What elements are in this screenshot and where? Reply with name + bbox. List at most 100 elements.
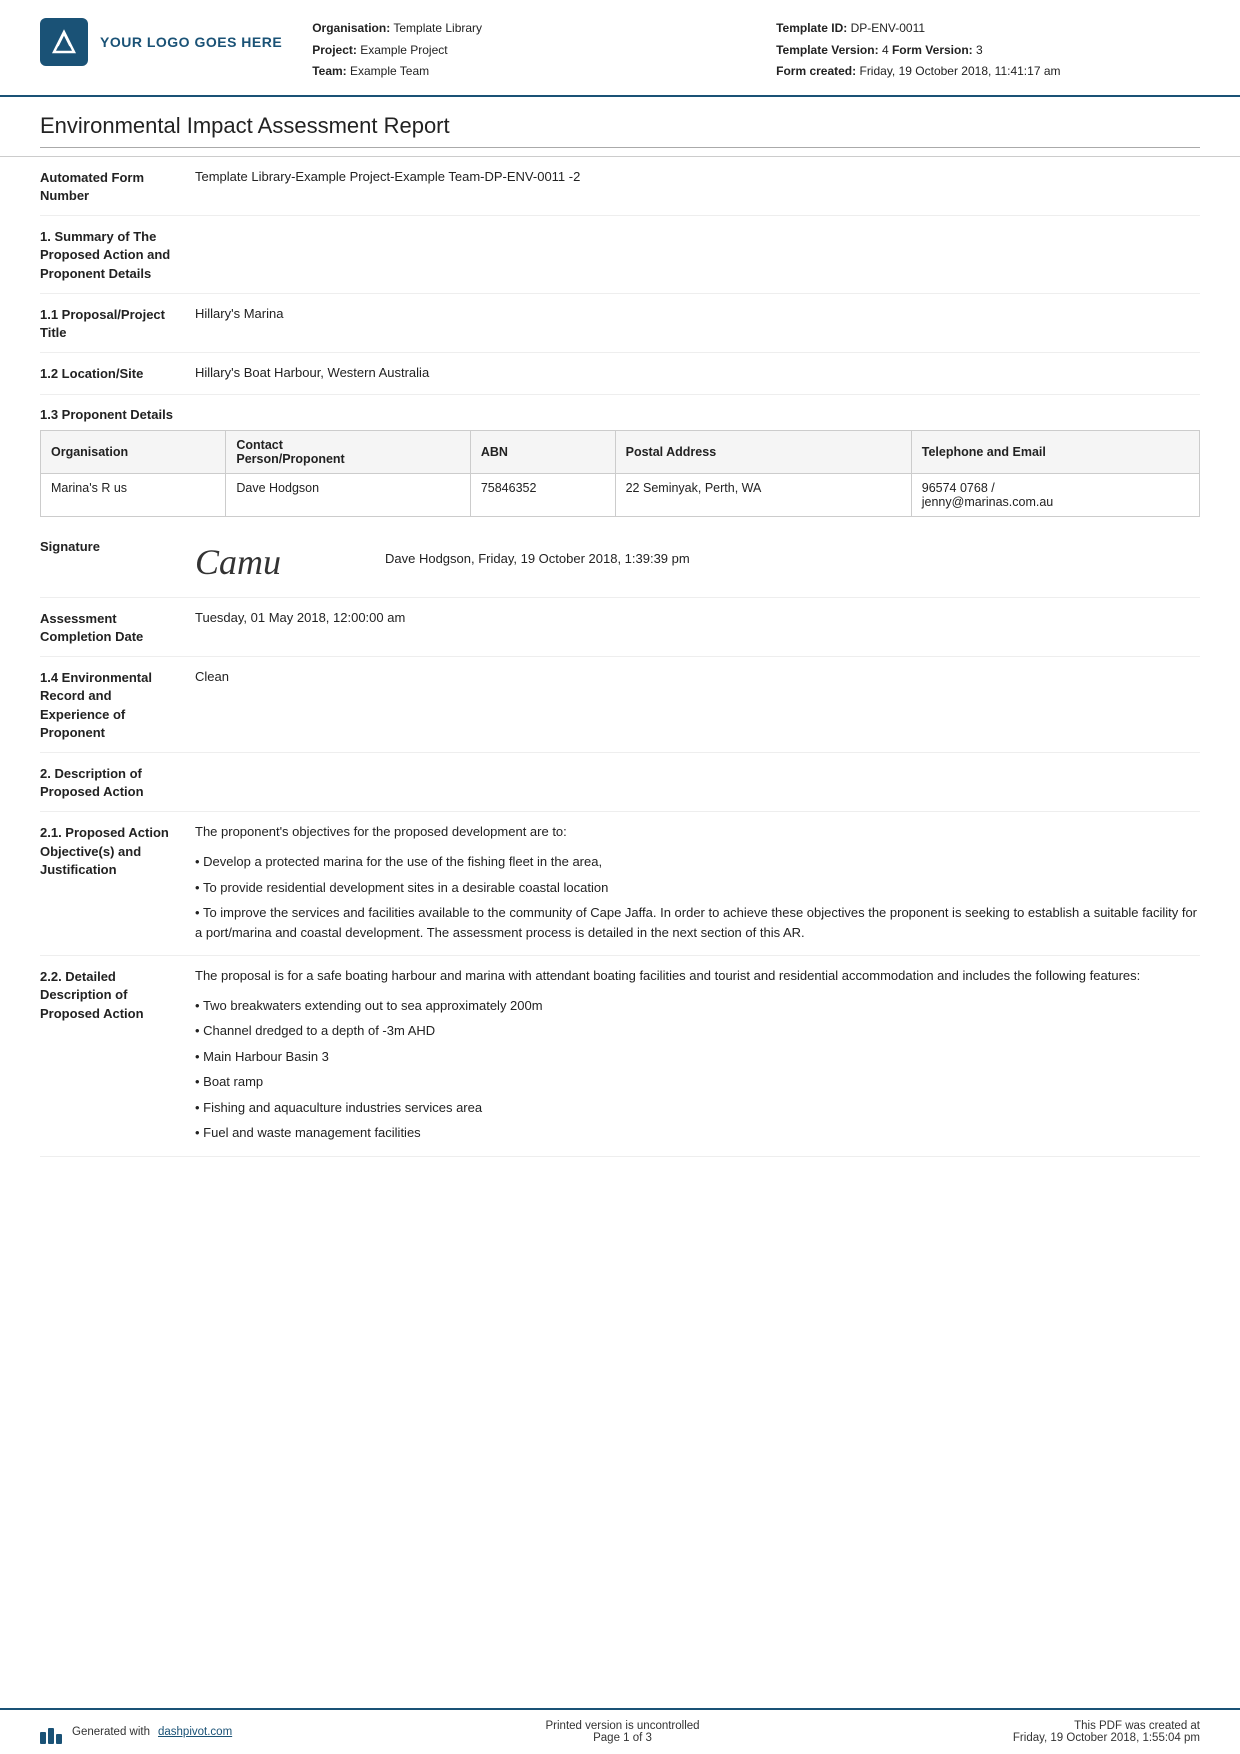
section1-4-row: 1.4 Environmental Record and Experience … [40, 657, 1200, 753]
list-item: Main Harbour Basin 3 [195, 1044, 1200, 1070]
organisation-line: Organisation: Template Library [312, 18, 736, 40]
table-row: Marina's R us Dave Hodgson 75846352 22 S… [41, 473, 1200, 516]
page: YOUR LOGO GOES HERE Organisation: Templa… [0, 0, 1240, 1754]
header: YOUR LOGO GOES HERE Organisation: Templa… [0, 0, 1240, 97]
proponent-table: Organisation ContactPerson/Proponent ABN… [40, 430, 1200, 517]
bar1 [40, 1732, 46, 1744]
cell-telephone: 96574 0768 /jenny@marinas.com.au [911, 473, 1199, 516]
header-meta: Organisation: Template Library Project: … [312, 18, 1200, 83]
col-telephone: Telephone and Email [911, 430, 1199, 473]
organisation-value: Template Library [393, 21, 482, 35]
section1-4-label: 1.4 Environmental Record and Experience … [40, 667, 195, 742]
section2-2-bullets: Two breakwaters extending out to sea app… [195, 993, 1200, 1146]
section2-row: 2. Description of Proposed Action [40, 753, 1200, 812]
logo-svg [48, 26, 80, 58]
logo-box: YOUR LOGO GOES HERE [40, 18, 282, 66]
section1-2-value: Hillary's Boat Harbour, Western Australi… [195, 363, 1200, 384]
project-value: Example Project [360, 43, 447, 57]
section2-1-content: The proponent's objectives for the propo… [195, 822, 1200, 945]
footer-page-info-line1: Printed version is uncontrolled [546, 1720, 700, 1732]
section2-2-label: 2.2. Detailed Description of Proposed Ac… [40, 966, 195, 1023]
list-item: Two breakwaters extending out to sea app… [195, 993, 1200, 1019]
footer-right: This PDF was created at Friday, 19 Octob… [1013, 1720, 1200, 1744]
template-id-value: DP-ENV-0011 [851, 21, 925, 35]
section2-1-bullets: Develop a protected marina for the use o… [195, 849, 1200, 945]
header-meta-left: Organisation: Template Library Project: … [312, 18, 736, 83]
form-created-label: Form created: [776, 64, 856, 78]
bar3 [56, 1734, 62, 1744]
section2-2-intro: The proposal is for a safe boating harbo… [195, 966, 1200, 987]
list-item: Develop a protected marina for the use o… [195, 849, 1200, 875]
team-label: Team: [312, 64, 346, 78]
proponent-table-head: Organisation ContactPerson/Proponent ABN… [41, 430, 1200, 473]
list-item: Fuel and waste management facilities [195, 1120, 1200, 1146]
list-item: Boat ramp [195, 1069, 1200, 1095]
signature-image: Camu [195, 537, 355, 587]
footer-left: Generated with dashpivot.com [40, 1720, 232, 1744]
team-value: Example Team [350, 64, 429, 78]
col-abn: ABN [470, 430, 615, 473]
automated-form-number-label: Automated Form Number [40, 167, 195, 205]
section1-1-row: 1.1 Proposal/Project Title Hillary's Mar… [40, 294, 1200, 353]
bar2 [48, 1728, 54, 1744]
section1-1-value: Hillary's Marina [195, 304, 1200, 325]
cell-postal: 22 Seminyak, Perth, WA [615, 473, 911, 516]
project-line: Project: Example Project [312, 40, 736, 62]
form-version-label: Form Version: [892, 43, 973, 57]
section1-3-section: 1.3 Proponent Details Organisation Conta… [40, 395, 1200, 527]
section1-2-row: 1.2 Location/Site Hillary's Boat Harbour… [40, 353, 1200, 395]
footer-center: Printed version is uncontrolled Page 1 o… [546, 1720, 700, 1744]
automated-form-number-value: Template Library-Example Project-Example… [195, 167, 1200, 188]
logo-text: YOUR LOGO GOES HERE [100, 33, 282, 51]
generated-by-prefix: Generated with [72, 1726, 150, 1738]
footer: Generated with dashpivot.com Printed ver… [0, 1708, 1240, 1754]
proponent-table-body: Marina's R us Dave Hodgson 75846352 22 S… [41, 473, 1200, 516]
signature-label: Signature [40, 537, 195, 554]
col-organisation: Organisation [41, 430, 226, 473]
cell-organisation: Marina's R us [41, 473, 226, 516]
form-created-line: Form created: Friday, 19 October 2018, 1… [776, 61, 1200, 83]
section1-3-label: 1.3 Proponent Details [40, 407, 1200, 422]
section2-label: 2. Description of Proposed Action [40, 763, 195, 801]
list-item: Fishing and aquaculture industries servi… [195, 1095, 1200, 1121]
signature-row: Signature Camu Dave Hodgson, Friday, 19 … [40, 527, 1200, 598]
list-item: To provide residential development sites… [195, 875, 1200, 901]
footer-logo-icon [40, 1720, 64, 1744]
section1-row: 1. Summary of The Proposed Action and Pr… [40, 216, 1200, 294]
section2-1-intro: The proponent's objectives for the propo… [195, 822, 1200, 843]
team-line: Team: Example Team [312, 61, 736, 83]
section2-2-content: The proposal is for a safe boating harbo… [195, 966, 1200, 1146]
footer-pdf-created-line1: This PDF was created at [1013, 1720, 1200, 1732]
cell-abn: 75846352 [470, 473, 615, 516]
footer-page-info-line2: Page 1 of 3 [546, 1732, 700, 1744]
header-meta-right: Template ID: DP-ENV-0011 Template Versio… [776, 18, 1200, 83]
generated-by-link[interactable]: dashpivot.com [158, 1726, 232, 1738]
assessment-date-row: Assessment Completion Date Tuesday, 01 M… [40, 598, 1200, 657]
list-item: To improve the services and facilities a… [195, 900, 1200, 945]
template-version-line: Template Version: 4 Form Version: 3 [776, 40, 1200, 62]
section1-4-value: Clean [195, 667, 1200, 688]
signature-meta: Dave Hodgson, Friday, 19 October 2018, 1… [385, 537, 690, 566]
report-title-bar: Environmental Impact Assessment Report [0, 97, 1240, 157]
section2-1-label: 2.1. Proposed Action Objective(s) and Ju… [40, 822, 195, 879]
template-id-line: Template ID: DP-ENV-0011 [776, 18, 1200, 40]
proponent-table-header-row: Organisation ContactPerson/Proponent ABN… [41, 430, 1200, 473]
report-title: Environmental Impact Assessment Report [40, 113, 1200, 148]
cell-contact: Dave Hodgson [226, 473, 470, 516]
section1-2-label: 1.2 Location/Site [40, 363, 195, 383]
template-version-value: 4 [882, 43, 889, 57]
assessment-date-value: Tuesday, 01 May 2018, 12:00:00 am [195, 608, 1200, 629]
organisation-label: Organisation: [312, 21, 390, 35]
signature-value: Camu Dave Hodgson, Friday, 19 October 20… [195, 537, 1200, 587]
col-postal: Postal Address [615, 430, 911, 473]
section1-1-label: 1.1 Proposal/Project Title [40, 304, 195, 342]
automated-form-number-row: Automated Form Number Template Library-E… [40, 157, 1200, 216]
col-contact: ContactPerson/Proponent [226, 430, 470, 473]
project-label: Project: [312, 43, 357, 57]
list-item: Channel dredged to a depth of -3m AHD [195, 1018, 1200, 1044]
assessment-date-label: Assessment Completion Date [40, 608, 195, 646]
section2-1-row: 2.1. Proposed Action Objective(s) and Ju… [40, 812, 1200, 956]
template-id-label: Template ID: [776, 21, 847, 35]
section1-label: 1. Summary of The Proposed Action and Pr… [40, 226, 195, 283]
footer-pdf-created-line2: Friday, 19 October 2018, 1:55:04 pm [1013, 1732, 1200, 1744]
